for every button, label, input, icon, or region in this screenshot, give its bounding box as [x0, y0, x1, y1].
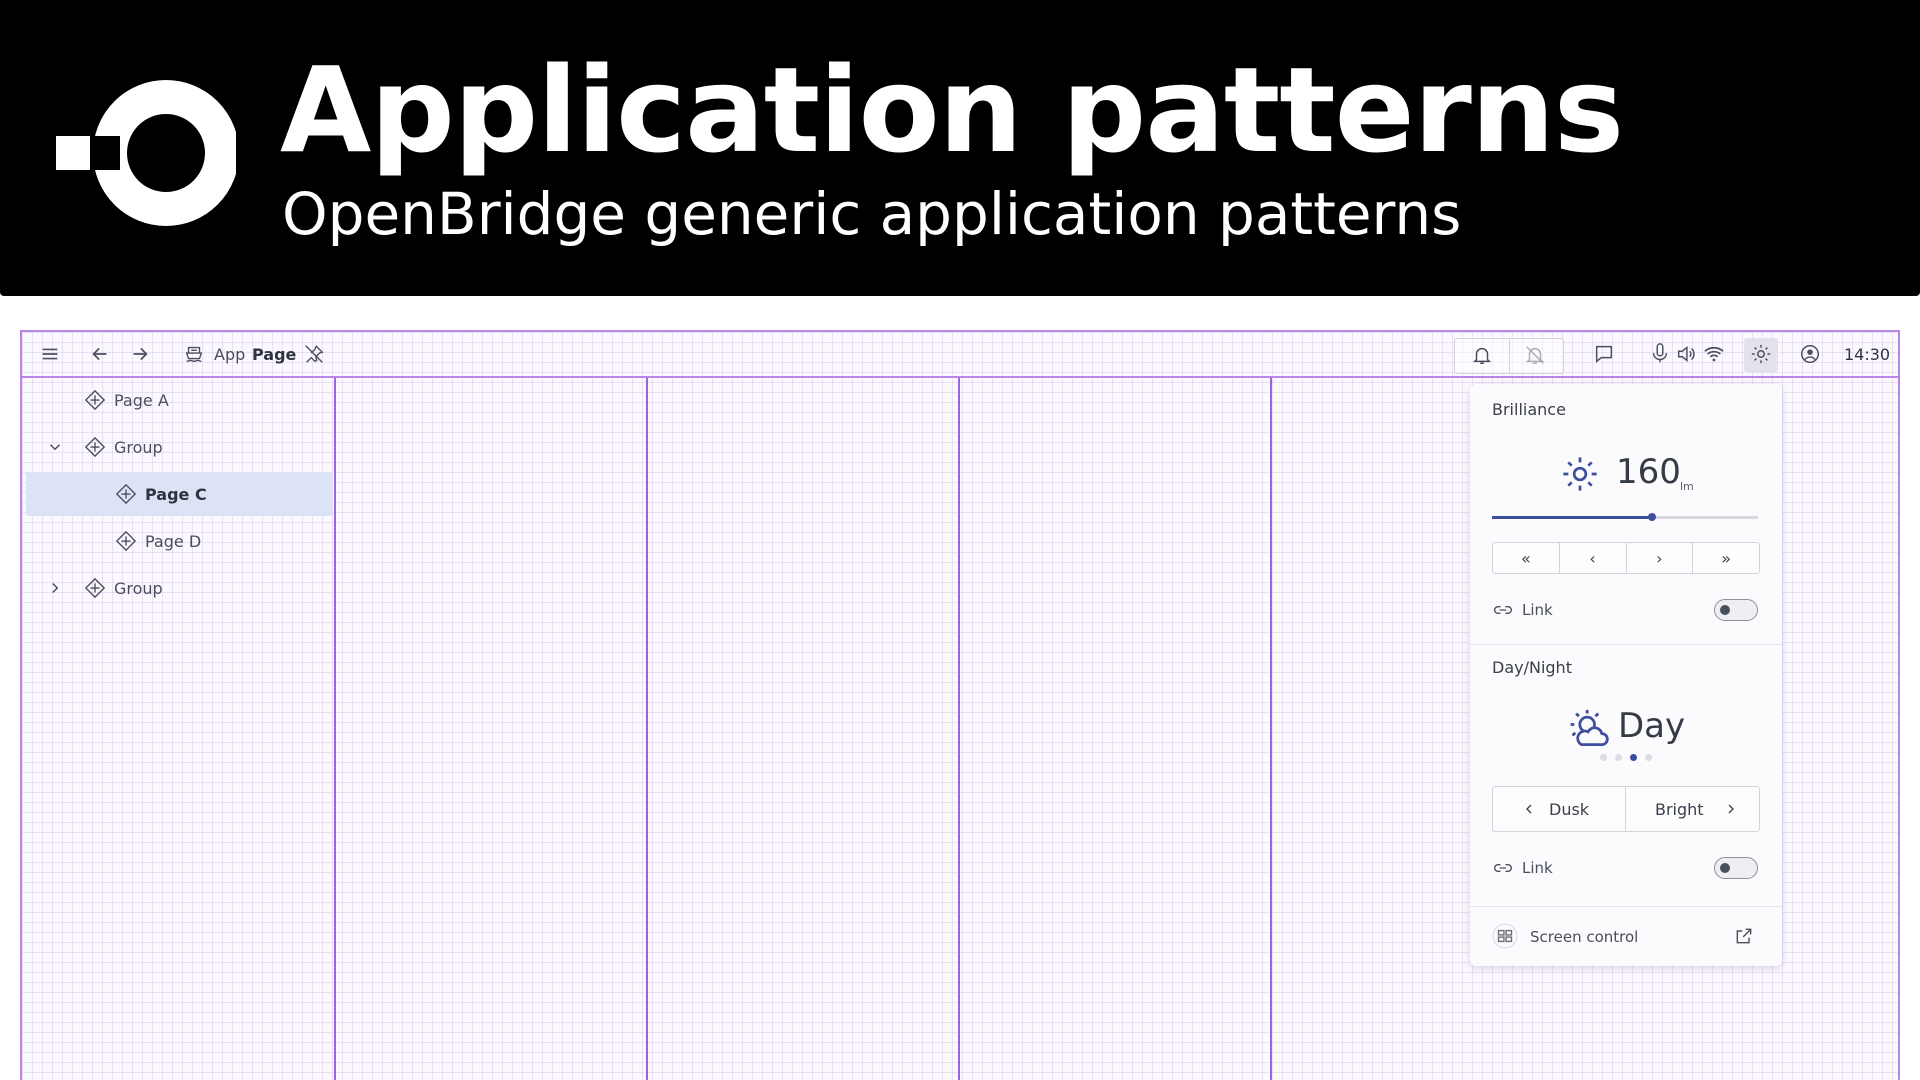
- slider-fill: [1492, 516, 1652, 519]
- nav-item-label: Page A: [114, 390, 169, 410]
- nav-item-label: Group: [114, 437, 163, 457]
- layout-column-line: [958, 378, 960, 1080]
- nav-item-label: Page C: [145, 484, 207, 504]
- nav-item-page-d[interactable]: Page D: [26, 519, 332, 563]
- page-diamond-icon: [115, 530, 137, 552]
- brilliance-icon[interactable]: [1749, 342, 1773, 366]
- chat-icon[interactable]: [1592, 342, 1616, 366]
- bright-button[interactable]: Bright: [1655, 800, 1704, 819]
- link-icon: [1494, 606, 1512, 614]
- ship-icon: [182, 342, 206, 366]
- page-diamond-icon: [115, 483, 137, 505]
- nav-item-group-1[interactable]: Group: [26, 425, 332, 469]
- nav-item-label: Page D: [145, 531, 202, 551]
- page-diamond-icon: [84, 389, 106, 411]
- brilliance-unit: lm: [1680, 480, 1694, 493]
- chevron-right-icon[interactable]: [46, 579, 64, 597]
- brilliance-stepper: « ‹ › »: [1492, 542, 1760, 574]
- clock: 14:30: [1844, 345, 1891, 364]
- dusk-button[interactable]: Dusk: [1549, 800, 1589, 819]
- palette-dot-active: [1630, 754, 1637, 761]
- screen-control-icon: [1492, 923, 1518, 949]
- brilliance-slider[interactable]: [1492, 513, 1758, 521]
- brilliance-panel: Brilliance 160 lm « ‹ › » Link Day/Night…: [1470, 384, 1782, 966]
- top-bar: App Page 14:30: [22, 332, 1898, 378]
- day-night-switcher: Dusk Bright: [1492, 786, 1760, 832]
- user-icon[interactable]: [1798, 342, 1822, 366]
- nav-item-page-a[interactable]: Page A: [26, 378, 332, 422]
- nav-item-page-c[interactable]: Page C: [26, 472, 332, 516]
- speaker-icon[interactable]: [1674, 342, 1698, 366]
- group-diamond-icon: [84, 577, 106, 599]
- arrow-forward-icon[interactable]: [128, 342, 152, 366]
- nav-item-group-2[interactable]: Group: [26, 566, 332, 610]
- app-frame: App Page 14:30 Page A Group Page C Page …: [20, 330, 1900, 1080]
- step-max-button[interactable]: »: [1693, 543, 1759, 573]
- wifi-icon[interactable]: [1702, 342, 1726, 366]
- palette-dot: [1615, 754, 1622, 761]
- step-down-button[interactable]: ‹: [1560, 543, 1627, 573]
- slider-thumb[interactable]: [1647, 513, 1656, 521]
- group-diamond-icon: [84, 436, 106, 458]
- chevron-left-icon[interactable]: [1521, 801, 1537, 817]
- page-name: Page: [252, 345, 297, 364]
- chevron-right-icon[interactable]: [1723, 801, 1739, 817]
- open-external-icon[interactable]: [1734, 926, 1754, 946]
- step-up-button[interactable]: ›: [1627, 543, 1694, 573]
- hamburger-menu-icon[interactable]: [38, 342, 62, 366]
- brilliance-link-toggle[interactable]: [1714, 599, 1758, 621]
- brilliance-title: Brilliance: [1492, 400, 1566, 419]
- app-name: App: [214, 345, 246, 364]
- brilliance-value: 160: [1616, 452, 1681, 492]
- page-title: Application patterns: [280, 41, 1624, 179]
- palette-indicator: [1600, 754, 1652, 761]
- arrow-back-icon[interactable]: [88, 342, 112, 366]
- microphone-icon[interactable]: [1648, 342, 1672, 366]
- day-night-title: Day/Night: [1492, 658, 1572, 677]
- palette-dot: [1600, 754, 1607, 761]
- brilliance-link-row: Link: [1492, 598, 1758, 622]
- day-night-link-row: Link: [1492, 856, 1758, 880]
- link-label: Link: [1522, 601, 1553, 619]
- divider: [1470, 906, 1782, 907]
- brilliance-sun-icon: [1563, 457, 1597, 491]
- day-cloud-sun-icon: [1570, 709, 1609, 747]
- header-banner: Application patterns OpenBridge generic …: [0, 0, 1920, 296]
- page-subtitle: OpenBridge generic application patterns: [282, 180, 1462, 248]
- nav-item-label: Group: [114, 578, 163, 598]
- palette-dot: [1645, 754, 1652, 761]
- screen-control-label: Screen control: [1530, 928, 1639, 946]
- pin-icon[interactable]: [302, 342, 326, 366]
- chevron-down-icon[interactable]: [46, 438, 64, 456]
- link-label: Link: [1522, 859, 1553, 877]
- screen-control-row[interactable]: Screen control: [1492, 920, 1758, 950]
- alert-group: [1454, 338, 1564, 374]
- day-night-link-toggle[interactable]: [1714, 857, 1758, 879]
- openbridge-logo-icon: [56, 80, 236, 226]
- link-icon: [1494, 864, 1512, 872]
- divider: [1470, 644, 1782, 645]
- day-night-value: Day: [1618, 706, 1686, 746]
- bell-icon[interactable]: [1470, 343, 1494, 367]
- layout-column-line: [334, 378, 336, 1080]
- step-min-button[interactable]: «: [1493, 543, 1560, 573]
- bell-muted-icon[interactable]: [1523, 343, 1547, 367]
- layout-column-line: [1270, 378, 1272, 1080]
- layout-column-line: [646, 378, 648, 1080]
